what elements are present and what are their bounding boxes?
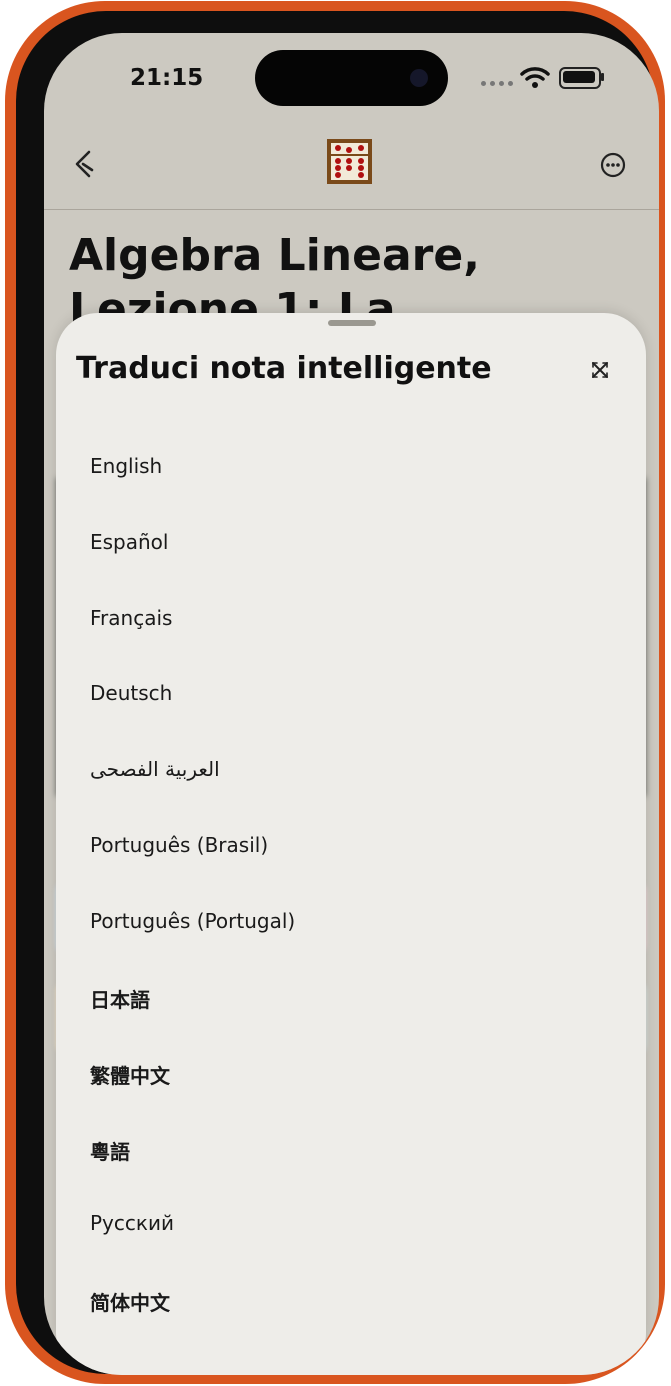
phone-frame: 21:15 Algebra Lineare, Lezione 1: La Tra… — [5, 1, 665, 1384]
language-option-simplified-chinese[interactable]: 简体中文 — [90, 1287, 170, 1316]
language-option-russian[interactable]: Русский — [90, 1211, 174, 1235]
battery-tip — [601, 73, 604, 81]
language-option-traditional-chinese[interactable]: 繁體中文 — [90, 1060, 170, 1089]
battery-icon — [559, 67, 601, 89]
close-icon[interactable] — [589, 359, 611, 381]
status-time: 21:15 — [130, 65, 204, 91]
back-button[interactable] — [69, 148, 101, 180]
language-option-english[interactable]: English — [90, 454, 162, 478]
screen: 21:15 Algebra Lineare, Lezione 1: La Tra… — [44, 33, 659, 1375]
language-option-japanese[interactable]: 日本語 — [90, 984, 150, 1013]
header-divider — [44, 209, 659, 210]
language-option-spanish[interactable]: Español — [90, 530, 168, 554]
language-option-portuguese-portugal[interactable]: Português (Portugal) — [90, 909, 295, 933]
language-option-french[interactable]: Français — [90, 606, 172, 630]
phone-bezel: 21:15 Algebra Lineare, Lezione 1: La Tra… — [16, 11, 659, 1375]
sheet-grabber[interactable] — [328, 320, 376, 326]
cellular-signal-icon — [481, 81, 513, 86]
abacus-icon — [327, 139, 372, 184]
dynamic-island — [255, 50, 448, 106]
language-option-arabic[interactable]: العربية الفصحى — [90, 757, 220, 781]
sheet-title: Traduci nota intelligente — [76, 351, 492, 386]
language-option-portuguese-brazil[interactable]: Português (Brasil) — [90, 833, 268, 857]
wifi-icon — [520, 67, 550, 88]
language-option-german[interactable]: Deutsch — [90, 681, 172, 705]
camera-icon — [410, 69, 428, 87]
translate-sheet: Traduci nota intelligente English Españo… — [56, 313, 646, 1375]
language-option-cantonese[interactable]: 粵語 — [90, 1136, 130, 1165]
more-button[interactable] — [599, 151, 627, 179]
